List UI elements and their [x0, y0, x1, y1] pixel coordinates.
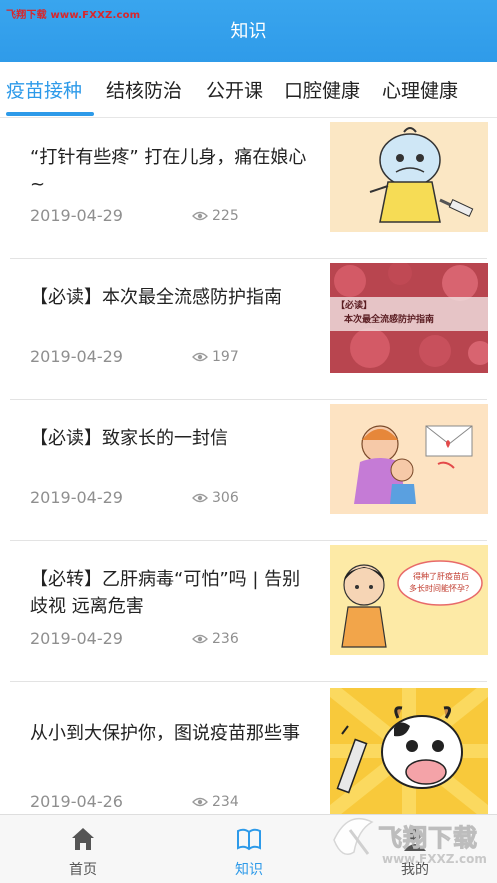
views-count: 306 — [212, 490, 239, 506]
eye-icon — [192, 634, 208, 644]
watermark-url: www.FXXZ.com — [382, 852, 487, 866]
views-count: 197 — [212, 349, 239, 365]
eye-icon — [192, 211, 208, 221]
article-item[interactable]: 【必读】本次最全流感防护指南 2019-04-29 197 【必读】 本次最全流… — [0, 259, 497, 400]
nav-home-label: 首页 — [69, 862, 97, 878]
tab-oral-health[interactable]: 口腔健康 — [284, 76, 360, 103]
article-title: 【必读】致家长的一封信 — [30, 428, 228, 449]
article-date: 2019-04-29 — [30, 347, 123, 366]
article-views: 236 — [192, 631, 239, 647]
mother-child-letter-image — [330, 404, 488, 514]
article-views: 234 — [192, 794, 239, 810]
views-count: 234 — [212, 794, 239, 810]
tab-open-class[interactable]: 公开课 — [206, 76, 263, 103]
article-date: 2019-04-29 — [30, 206, 123, 225]
active-tab-indicator — [6, 112, 94, 116]
cartoon-cow-vaccine-image — [330, 688, 488, 814]
tab-vaccination[interactable]: 疫苗接种 — [6, 76, 82, 103]
eye-icon — [192, 493, 208, 503]
article-item[interactable]: “打针有些疼” 打在儿身，痛在娘心~ 2019-04-29 225 — [0, 118, 497, 259]
watermark-brand: 飞翔下载 — [378, 824, 478, 853]
nav-knowledge[interactable]: 知识 — [166, 815, 332, 883]
article-date: 2019-04-29 — [30, 488, 123, 507]
thumb-bubble-line-2: 多长时间能怀孕？ — [409, 584, 473, 593]
eye-icon — [192, 352, 208, 362]
article-title: 从小到大保护你，图说疫苗那些事 — [30, 723, 300, 744]
article-item[interactable]: 【必转】乙肝病毒“可怕”吗 | 告别歧视 远离危害 2019-04-29 236… — [0, 541, 497, 682]
eye-icon — [192, 797, 208, 807]
flu-virus-image: 【必读】 本次最全流感防护指南 — [330, 263, 488, 373]
article-list: “打针有些疼” 打在儿身，痛在娘心~ 2019-04-29 225 【必读】本次… — [0, 118, 497, 814]
article-title: “打针有些疼” 打在儿身，痛在娘心~ — [30, 147, 307, 195]
views-count: 225 — [212, 208, 239, 224]
book-icon — [237, 828, 261, 851]
thumb-caption-tag: 【必读】 — [336, 301, 373, 311]
article-views: 197 — [192, 349, 239, 365]
article-date: 2019-04-29 — [30, 629, 123, 648]
watermark-bottom: 飞翔下载 www.FXXZ.com — [328, 800, 497, 880]
article-title: 【必读】本次最全流感防护指南 — [30, 287, 282, 308]
nav-knowledge-label: 知识 — [235, 862, 263, 878]
cartoon-baby-injection-image — [330, 122, 488, 232]
article-item[interactable]: 【必读】致家长的一封信 2019-04-29 306 — [0, 400, 497, 541]
article-item[interactable]: 从小到大保护你，图说疫苗那些事 2019-04-26 234 — [0, 682, 497, 814]
nav-home[interactable]: 首页 — [0, 815, 166, 883]
tab-tuberculosis[interactable]: 结核防治 — [106, 76, 182, 103]
watermark-top: 飞翔下载 www.FXXZ.com — [6, 10, 141, 21]
views-count: 236 — [212, 631, 239, 647]
cartoon-girl-question-image: 得种了肝疫苗后 多长时间能怀孕？ — [330, 545, 488, 655]
article-views: 306 — [192, 490, 239, 506]
article-views: 225 — [192, 208, 239, 224]
article-date: 2019-04-26 — [30, 792, 123, 811]
category-tabs: 疫苗接种 结核防治 公开课 口腔健康 心理健康 — [0, 62, 497, 118]
home-icon — [72, 828, 94, 850]
tab-mental-health[interactable]: 心理健康 — [382, 76, 458, 103]
thumb-caption-title: 本次最全流感防护指南 — [344, 315, 435, 325]
article-title: 【必转】乙肝病毒“可怕”吗 | 告别歧视 远离危害 — [30, 569, 301, 617]
thumb-bubble-line-1: 得种了肝疫苗后 — [413, 572, 469, 581]
